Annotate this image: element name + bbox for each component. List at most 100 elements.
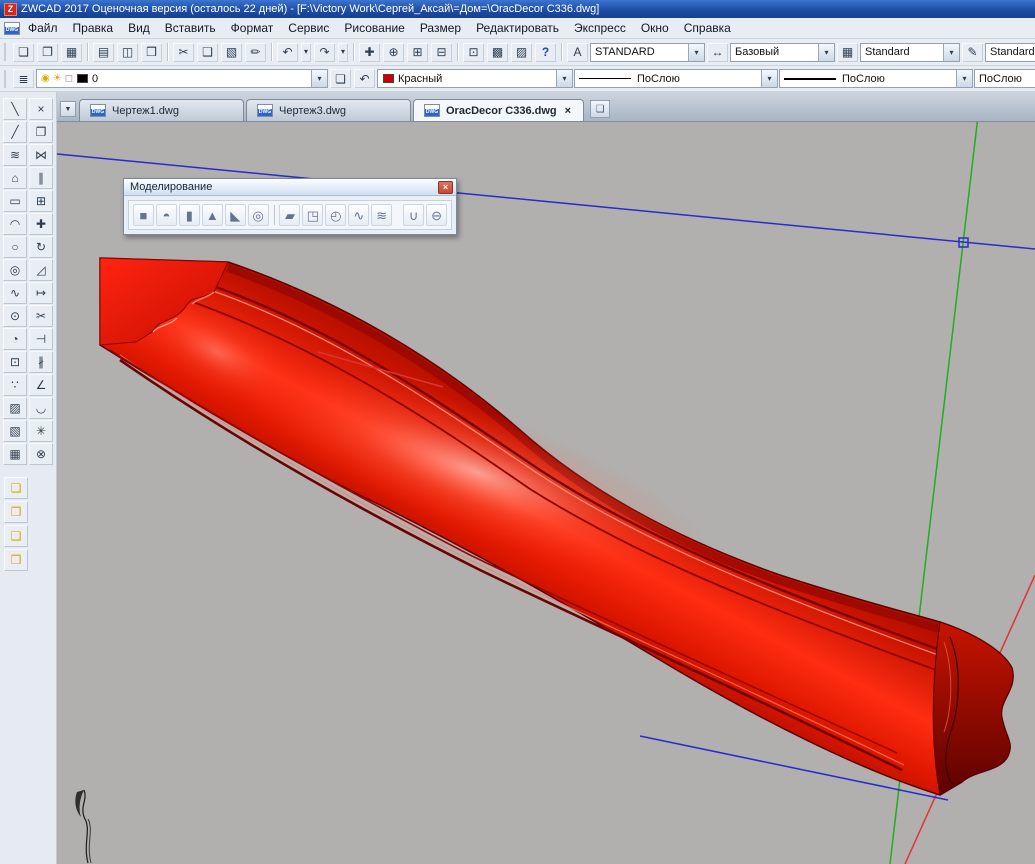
ellipse-arc-tool-button[interactable]: ◔ xyxy=(3,328,27,350)
arc-tool-button[interactable]: ◠ xyxy=(3,213,27,235)
loft-button[interactable]: ≋ xyxy=(371,204,393,226)
dim-style-combo[interactable]: Базовый ▾ xyxy=(730,42,835,62)
new-tab-button[interactable]: ❏ xyxy=(590,100,611,118)
polygon-tool-button[interactable]: ⌂ xyxy=(3,167,27,189)
modeling-toolbar[interactable]: Моделирование × ■ ◓ ▮ ▲ ◣ ◎ ▰ ◳ ◴ ∿ ≋ ∪ … xyxy=(123,178,457,235)
layer-previous-button[interactable]: ↶ xyxy=(353,68,376,89)
explode-tool-button[interactable]: ✳ xyxy=(29,420,53,442)
new-file-button[interactable]: ❏ xyxy=(12,42,35,63)
dim-style-icon[interactable]: ↔ xyxy=(706,42,729,63)
menu-file[interactable]: Файл xyxy=(21,19,65,37)
sweep-button[interactable]: ∿ xyxy=(348,204,370,226)
tab-close-icon[interactable]: × xyxy=(563,105,573,117)
solid-box-button[interactable]: ■ xyxy=(133,204,154,226)
linetype-combo[interactable]: ПоСлою ▾ xyxy=(574,69,778,88)
color-combo[interactable]: Красный ▾ xyxy=(377,69,573,88)
distance-button[interactable]: ▩ xyxy=(486,42,509,63)
zoom-realtime-button[interactable]: ⊕ xyxy=(382,42,405,63)
redo-dropdown-arrow[interactable]: ▾ xyxy=(337,42,349,63)
print-button[interactable]: ▤ xyxy=(92,42,115,63)
paste-button[interactable]: ▧ xyxy=(220,42,243,63)
text-style-icon[interactable]: A xyxy=(566,42,589,63)
document-menu-icon[interactable]: DWG xyxy=(4,21,20,35)
break-tool-button[interactable]: ∦ xyxy=(29,351,53,373)
offset-tool-button[interactable]: ∥ xyxy=(29,167,53,189)
solid-cylinder-button[interactable]: ▮ xyxy=(178,204,200,226)
line-tool-button[interactable]: ╲ xyxy=(3,98,27,120)
modeling-toolbar-titlebar[interactable]: Моделирование × xyxy=(124,179,456,196)
subtract-button[interactable]: ⊖ xyxy=(426,204,448,226)
join-tool-button[interactable]: ⊗ xyxy=(29,443,53,465)
tab-drawing3[interactable]: DWG Чертеж3.dwg xyxy=(246,99,411,121)
plot-style-combo[interactable]: ПоСлою xyxy=(974,69,1035,88)
redo-button[interactable]: ↷ xyxy=(313,42,336,63)
copy-button[interactable]: ❑ xyxy=(196,42,219,63)
circle-tool-button[interactable]: ○ xyxy=(3,236,27,258)
polysolid-button[interactable]: ▰ xyxy=(279,204,301,226)
union-button[interactable]: ∪ xyxy=(403,204,425,226)
erase-tool-button[interactable]: × xyxy=(29,98,53,120)
copy-tool-button[interactable]: ❐ xyxy=(29,121,53,143)
menu-dimension[interactable]: Размер xyxy=(413,19,468,37)
mleader-style-icon[interactable]: ✎ xyxy=(961,42,984,63)
cut-button[interactable]: ✂ xyxy=(172,42,195,63)
zoom-previous-button[interactable]: ⊟ xyxy=(430,42,453,63)
close-icon[interactable]: × xyxy=(438,180,453,194)
menu-edit[interactable]: Правка xyxy=(66,19,121,37)
toolbar-grip[interactable] xyxy=(4,43,7,61)
rotate-tool-button[interactable]: ↻ xyxy=(29,236,53,258)
mleader-style-combo[interactable]: Standard xyxy=(985,42,1035,62)
menu-help[interactable]: Справка xyxy=(677,19,738,37)
insert-block-tool-button[interactable]: ⊡ xyxy=(3,351,27,373)
tab-scroll-button[interactable]: ▼ xyxy=(60,101,76,117)
layer-tool-1-button[interactable]: ❏ xyxy=(4,477,28,499)
scale-tool-button[interactable]: ◿ xyxy=(29,259,53,281)
publish-button[interactable]: ❒ xyxy=(140,42,163,63)
zoom-window-button[interactable]: ⊞ xyxy=(406,42,429,63)
table-style-combo[interactable]: Standard ▾ xyxy=(860,42,960,62)
make-layer-current-button[interactable]: ❏ xyxy=(329,68,352,89)
tab-drawing1[interactable]: DWG Чертеж1.dwg xyxy=(79,99,244,121)
fillet-tool-button[interactable]: ◡ xyxy=(29,397,53,419)
menu-modify[interactable]: Редактировать xyxy=(469,19,566,37)
extend-tool-button[interactable]: ⊣ xyxy=(29,328,53,350)
menu-draw[interactable]: Рисование xyxy=(337,19,411,37)
undo-dropdown-arrow[interactable]: ▾ xyxy=(300,42,312,63)
table-style-icon[interactable]: ▦ xyxy=(836,42,859,63)
layer-combo[interactable]: ◉ ☀ ◻ 0 ▾ xyxy=(36,69,328,88)
point-tool-button[interactable]: ∵ xyxy=(3,374,27,396)
text-style-combo[interactable]: STANDARD ▾ xyxy=(590,42,705,62)
layer-properties-button[interactable]: ≣ xyxy=(12,68,35,89)
match-properties-button[interactable]: ✏ xyxy=(244,42,267,63)
menu-window[interactable]: Окно xyxy=(634,19,676,37)
array-tool-button[interactable]: ⊞ xyxy=(29,190,53,212)
lineweight-combo[interactable]: ПоСлою ▾ xyxy=(779,69,973,88)
ellipse-tool-button[interactable]: ⊙ xyxy=(3,305,27,327)
tab-oracdecor-c336[interactable]: DWG OracDecor C336.dwg × xyxy=(413,99,585,121)
region-tool-button[interactable]: ▦ xyxy=(3,443,27,465)
hatch-tool-button[interactable]: ▨ xyxy=(3,397,27,419)
calculator-button[interactable]: ⊡ xyxy=(462,42,485,63)
solid-sphere-button[interactable]: ◓ xyxy=(155,204,177,226)
pan-button[interactable]: ✚ xyxy=(358,42,381,63)
save-button[interactable]: ▦ xyxy=(60,42,83,63)
layer-tool-2-button[interactable]: ❐ xyxy=(4,501,28,523)
help-button[interactable]: ? xyxy=(534,42,557,63)
menu-express[interactable]: Экспресс xyxy=(567,19,633,37)
model-molding[interactable] xyxy=(99,257,1014,796)
toolbar-grip[interactable] xyxy=(4,69,7,88)
toolbars-button[interactable]: ▨ xyxy=(510,42,533,63)
open-file-button[interactable]: ❐ xyxy=(36,42,59,63)
spline-tool-button[interactable]: ∿ xyxy=(3,282,27,304)
undo-button[interactable]: ↶ xyxy=(276,42,299,63)
solid-torus-button[interactable]: ◎ xyxy=(247,204,269,226)
menu-view[interactable]: Вид xyxy=(121,19,157,37)
stretch-tool-button[interactable]: ↦ xyxy=(29,282,53,304)
move-tool-button[interactable]: ✚ xyxy=(29,213,53,235)
solid-cone-button[interactable]: ▲ xyxy=(201,204,223,226)
layer-tool-3-button[interactable]: ❑ xyxy=(4,525,28,547)
menu-insert[interactable]: Вставить xyxy=(158,19,223,37)
revolve-button[interactable]: ◴ xyxy=(325,204,347,226)
rectangle-tool-button[interactable]: ▭ xyxy=(3,190,27,212)
extrude-button[interactable]: ◳ xyxy=(302,204,324,226)
